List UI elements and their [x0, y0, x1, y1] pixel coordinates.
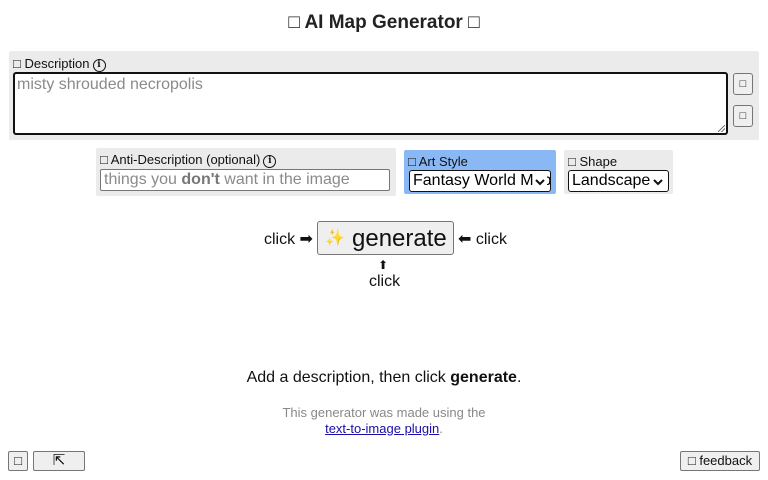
page-title: □ AI Map Generator □ [288, 12, 480, 33]
footer-link-suffix: . [439, 421, 443, 436]
feedback-button[interactable]: □ feedback [680, 451, 760, 471]
anti-placeholder-prefix: things you [104, 171, 182, 188]
shape-panel: □ Shape Landscape [564, 150, 673, 194]
description-placeholder: misty shrouded necropolis [17, 76, 203, 93]
description-panel: □ Description i misty shrouded necropolis… [9, 51, 759, 140]
footer-note: This generator was made using the text-t… [0, 405, 768, 437]
art-style-panel: □ Art Style Fantasy World Map [404, 150, 556, 194]
status-prefix: Add a description, then click [246, 369, 451, 386]
info-icon[interactable]: i [92, 59, 106, 72]
description-side-button-2[interactable]: □ [733, 105, 753, 127]
chevron-down-icon [651, 175, 665, 189]
footer-note-text: This generator was made using the [282, 405, 486, 420]
description-textarea[interactable]: misty shrouded necropolis [13, 72, 728, 135]
corner-left-button[interactable]: □ [8, 451, 28, 471]
click-hint-below: click [369, 273, 401, 290]
anti-placeholder-emphasis: don't [181, 171, 220, 188]
description-label-text: □ Description [13, 56, 90, 71]
art-style-selected: Fantasy World Map [413, 172, 551, 189]
anti-description-label-text: □ Anti-Description (optional) [100, 152, 261, 167]
status-emphasis: generate [450, 369, 517, 386]
art-style-label: □ Art Style [408, 154, 468, 169]
plugin-link[interactable]: text-to-image plugin [325, 421, 439, 436]
expand-icon[interactable]: ⇱ [33, 451, 85, 471]
shape-selected: Landscape [572, 172, 651, 189]
resize-grip-icon[interactable] [718, 125, 725, 132]
status-message: Add a description, then click generate. [0, 369, 768, 387]
description-label: □ Description i [13, 56, 106, 72]
generate-button-label: generate [352, 225, 447, 252]
click-hint-left: click ➡ [264, 231, 313, 248]
info-icon[interactable]: i [263, 155, 277, 168]
chevron-down-icon [533, 175, 547, 189]
shape-label: □ Shape [568, 154, 618, 169]
anti-description-input[interactable]: things you don't want in the image [100, 169, 390, 191]
anti-description-panel: □ Anti-Description (optional) i things yo… [96, 148, 396, 196]
up-arrow-icon: ⬆ [378, 258, 389, 272]
status-suffix: . [516, 369, 522, 386]
anti-placeholder-suffix: want in the image [219, 171, 350, 188]
click-hint-right: ⬅ click [458, 231, 507, 248]
sparkles-icon: ✨ [325, 230, 345, 247]
generate-button[interactable]: ✨ generate [317, 221, 454, 255]
shape-select[interactable]: Landscape [568, 170, 669, 192]
description-side-button-1[interactable]: □ [733, 73, 753, 95]
art-style-select[interactable]: Fantasy World Map [409, 170, 551, 192]
anti-description-label: □ Anti-Description (optional) i [100, 152, 277, 168]
